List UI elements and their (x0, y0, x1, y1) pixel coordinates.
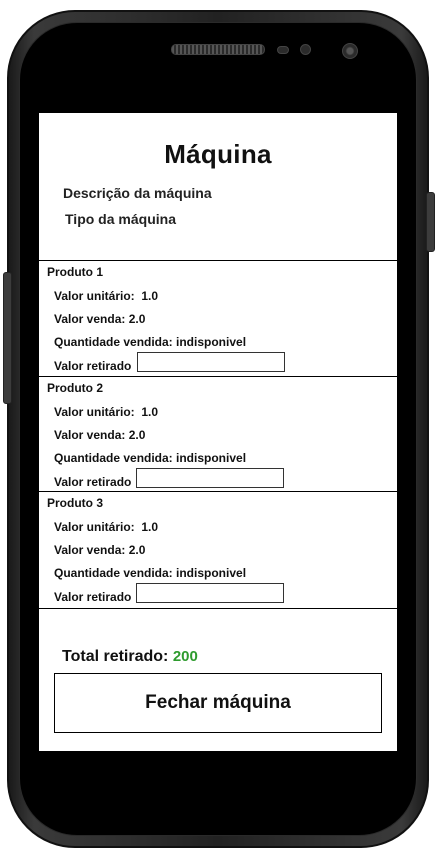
sale-value: Valor venda: 2.0 (54, 428, 146, 442)
quantity-sold: Quantidade vendida: indisponivel (54, 335, 247, 349)
earpiece-speaker (171, 44, 265, 55)
light-sensor (300, 44, 311, 55)
withdrawn-label: Valor retirado (54, 475, 132, 489)
quantity-sold: Quantidade vendida: indisponivel (54, 451, 247, 465)
withdrawn-value-input[interactable] (136, 583, 284, 603)
total-value: 200 (172, 648, 198, 665)
product-name: Produto 2 (47, 381, 103, 395)
volume-button (3, 272, 12, 404)
proximity-sensor (277, 46, 289, 54)
divider (39, 608, 397, 609)
quantity-sold: Quantidade vendida: indisponivel (54, 566, 247, 580)
unit-value: Valor unitário: 1.0 (54, 289, 159, 303)
page-title: Máquina (164, 139, 272, 169)
sale-value: Valor venda: 2.0 (54, 543, 146, 557)
product-name: Produto 3 (47, 496, 103, 510)
withdrawn-label: Valor retirado (54, 359, 132, 373)
sale-value: Valor venda: 2.0 (54, 312, 146, 326)
close-machine-button[interactable]: Fechar máquina (54, 673, 382, 733)
product-name: Produto 1 (47, 265, 103, 279)
unit-value: Valor unitário: 1.0 (54, 520, 159, 534)
product-card: Produto 3 Valor unitário: 1.0 Valor vend… (39, 491, 397, 607)
app-screen: Máquina Descrição da máquina Tipo da máq… (38, 112, 398, 752)
total-withdrawn: Total retirado: 200 (62, 648, 198, 666)
machine-description: Descrição da máquina (63, 185, 212, 201)
withdrawn-value-input[interactable] (136, 468, 284, 488)
withdrawn-value-input[interactable] (137, 352, 285, 372)
unit-value: Valor unitário: 1.0 (54, 405, 159, 419)
power-button (426, 192, 435, 252)
total-label: Total retirado: (62, 648, 169, 665)
withdrawn-label: Valor retirado (54, 590, 132, 604)
product-card: Produto 2 Valor unitário: 1.0 Valor vend… (39, 376, 397, 492)
front-camera-icon (342, 43, 358, 59)
machine-type: Tipo da máquina (65, 211, 176, 227)
product-card: Produto 1 Valor unitário: 1.0 Valor vend… (39, 260, 397, 376)
